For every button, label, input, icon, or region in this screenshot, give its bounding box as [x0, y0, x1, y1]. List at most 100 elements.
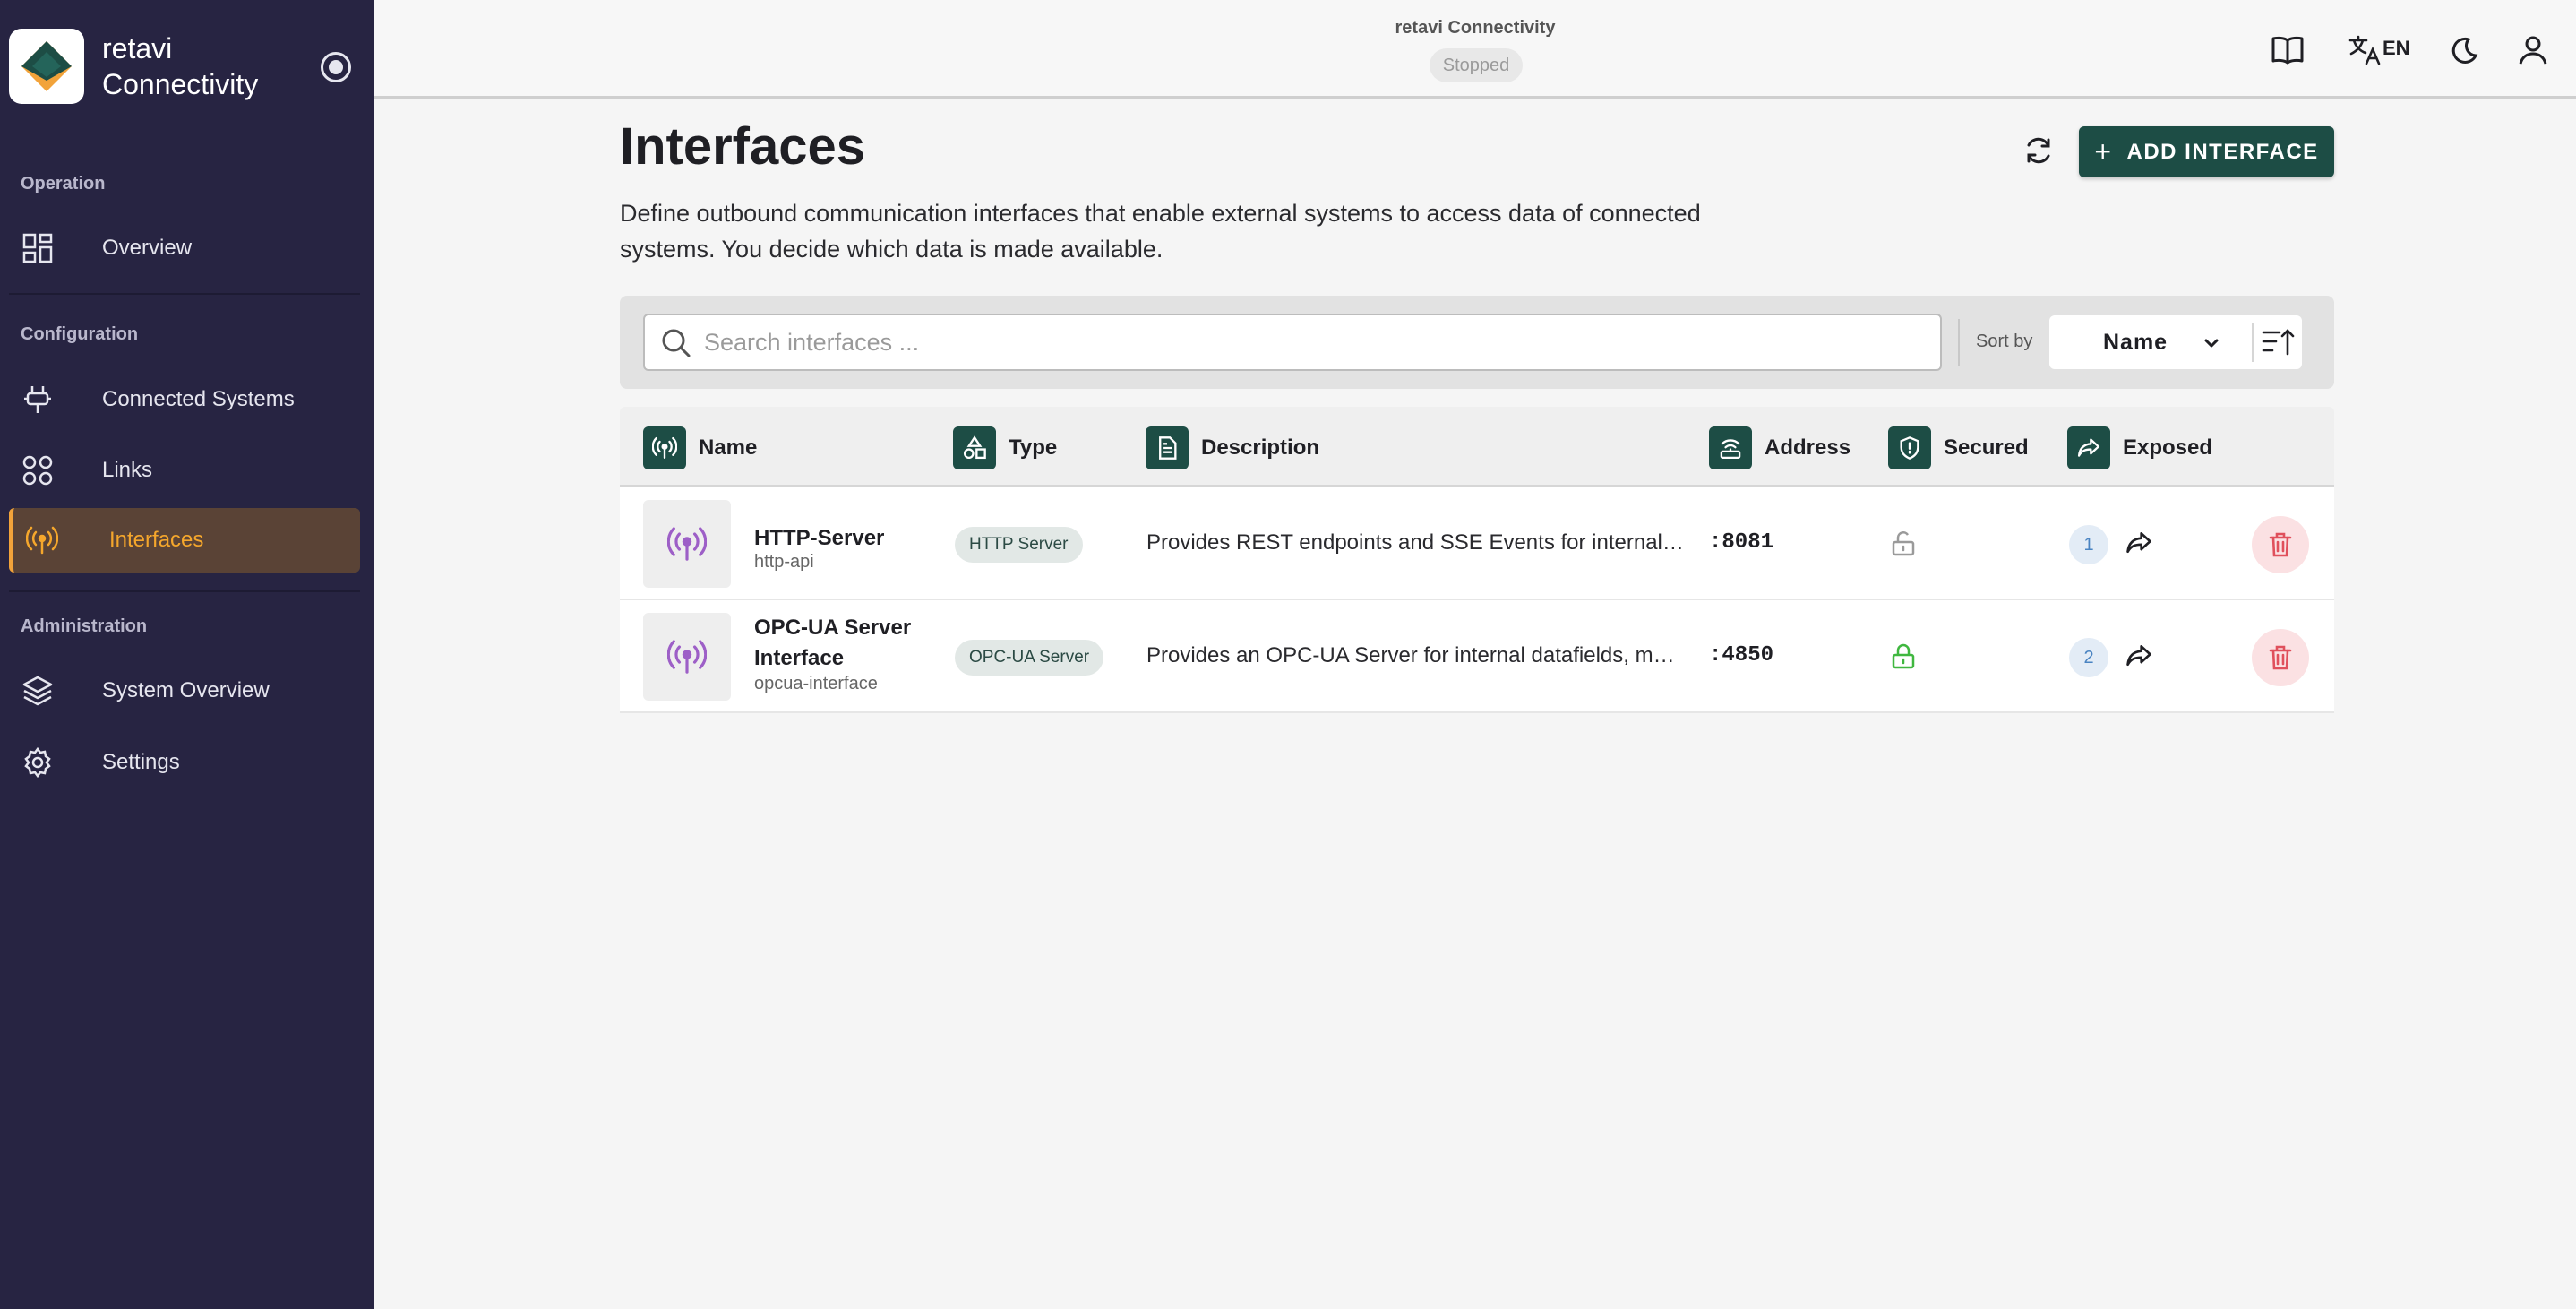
- interface-description: Provides REST endpoints and SSE Events f…: [1146, 530, 1684, 555]
- exposed-count-badge: 1: [2069, 525, 2108, 564]
- add-interface-button[interactable]: + ADD INTERFACE: [2079, 126, 2334, 177]
- column-label: Name: [699, 435, 758, 460]
- sidebar-item-label: Links: [102, 458, 153, 482]
- column-header-name[interactable]: Name: [643, 426, 757, 469]
- page-title: Interfaces: [620, 117, 866, 176]
- column-header-type[interactable]: Type: [953, 426, 1057, 469]
- antenna-icon: [643, 426, 686, 469]
- share-icon[interactable]: [2125, 529, 2153, 557]
- sidebar-item-links[interactable]: Links: [9, 438, 360, 503]
- sidebar-item-connected-systems[interactable]: Connected Systems: [9, 367, 360, 432]
- unlocked-icon: [1892, 531, 1915, 556]
- shield-icon: [1888, 426, 1931, 469]
- table-row[interactable]: OPC-UA Server Interface opcua-interface …: [620, 600, 2334, 713]
- sort-order-icon[interactable]: [2261, 326, 2295, 358]
- document-icon: [1146, 426, 1189, 469]
- brand-title: retavi Connectivity: [102, 30, 326, 102]
- delete-button[interactable]: [2252, 629, 2309, 686]
- table-header: Name Type Description Address Secured Ex…: [620, 407, 2334, 487]
- sidebar-item-interfaces[interactable]: Interfaces: [9, 508, 360, 573]
- sort-select[interactable]: Name: [2049, 315, 2302, 369]
- divider: [9, 590, 360, 592]
- share-icon[interactable]: [2125, 642, 2153, 670]
- brand-title-line1: retavi: [102, 32, 173, 65]
- sidebar-item-label: Interfaces: [109, 528, 204, 552]
- column-header-secured[interactable]: Secured: [1888, 426, 2029, 469]
- column-label: Secured: [1944, 435, 2029, 460]
- column-header-exposed[interactable]: Exposed: [2067, 426, 2212, 469]
- logo-icon: [21, 41, 72, 91]
- search-icon: [662, 329, 691, 357]
- interface-name: OPC-UA Server Interface: [754, 613, 911, 674]
- interface-id: http-api: [754, 552, 814, 572]
- sidebar-item-label: Settings: [102, 750, 180, 774]
- brand-title-line2: Connectivity: [102, 68, 259, 100]
- column-label: Address: [1765, 435, 1851, 460]
- antenna-icon: [26, 526, 58, 555]
- translate-icon[interactable]: [2347, 32, 2383, 68]
- interface-thumbnail: [643, 500, 731, 588]
- sidebar-item-system-overview[interactable]: System Overview: [9, 659, 360, 723]
- share-icon: [2067, 426, 2110, 469]
- shapes-icon: [953, 426, 996, 469]
- search-box[interactable]: [643, 314, 1942, 371]
- chevron-down-icon: [2204, 339, 2219, 348]
- sidebar-item-label: System Overview: [102, 678, 270, 702]
- filter-bar: Sort by Name: [620, 296, 2334, 389]
- dashboard-icon: [22, 233, 53, 263]
- exposed-count-badge: 2: [2069, 638, 2108, 677]
- interface-address: :8081: [1709, 530, 1774, 555]
- user-icon[interactable]: [2515, 32, 2551, 68]
- search-input[interactable]: [704, 324, 1922, 360]
- sort-value: Name: [2103, 330, 2168, 355]
- book-icon[interactable]: [2270, 32, 2306, 68]
- sidebar-item-label: Overview: [102, 236, 193, 260]
- sidebar-item-label: Connected Systems: [102, 387, 295, 411]
- page-description: Define outbound communication interfaces…: [620, 200, 1701, 263]
- divider: [1958, 319, 1960, 366]
- antenna-icon: [667, 640, 707, 674]
- lock-icon: [1892, 643, 1915, 669]
- interface-name-line2: Interface: [754, 646, 845, 670]
- header-app-name: retavi Connectivity: [1395, 18, 1556, 38]
- column-label: Exposed: [2123, 435, 2213, 460]
- column-label: Description: [1201, 435, 1320, 460]
- links-icon: [22, 455, 53, 486]
- status-badge: Stopped: [1430, 48, 1523, 82]
- interface-name-line1: OPC-UA Server: [754, 616, 912, 640]
- router-icon: [1709, 426, 1752, 469]
- top-bar: retavi Connectivity Stopped: [374, 0, 2576, 99]
- delete-button[interactable]: [2252, 516, 2309, 573]
- plug-icon: [24, 386, 51, 413]
- column-header-description[interactable]: Description: [1146, 426, 1319, 469]
- antenna-icon: [667, 527, 707, 561]
- section-label-operation: Operation: [21, 174, 106, 194]
- interface-address: :4850: [1709, 643, 1774, 667]
- brand-logo[interactable]: [9, 29, 84, 104]
- refresh-icon[interactable]: [2021, 133, 2057, 168]
- interface-id: opcua-interface: [754, 674, 878, 693]
- interface-name: HTTP-Server: [754, 526, 885, 550]
- column-header-address[interactable]: Address: [1709, 426, 1850, 469]
- sidebar-toggle-icon[interactable]: [321, 52, 351, 82]
- trash-icon: [2269, 645, 2292, 670]
- type-chip: OPC-UA Server: [955, 640, 1104, 676]
- interfaces-table: Name Type Description Address Secured Ex…: [620, 407, 2334, 713]
- section-label-administration: Administration: [21, 616, 148, 636]
- divider: [9, 293, 360, 295]
- section-label-configuration: Configuration: [21, 324, 139, 344]
- divider: [2252, 323, 2254, 362]
- interface-thumbnail: [643, 613, 731, 701]
- add-interface-label: ADD INTERFACE: [2126, 139, 2319, 164]
- trash-icon: [2269, 532, 2292, 557]
- table-row[interactable]: HTTP-Server http-api HTTP Server Provide…: [620, 487, 2334, 600]
- sidebar-item-overview[interactable]: Overview: [9, 216, 360, 280]
- sidebar-item-settings[interactable]: Settings: [9, 730, 360, 795]
- dark-mode-icon[interactable]: [2445, 32, 2481, 68]
- language-label[interactable]: EN: [2383, 37, 2410, 60]
- plus-icon: +: [2094, 135, 2113, 168]
- interface-description: Provides an OPC-UA Server for internal d…: [1146, 643, 1684, 667]
- column-label: Type: [1009, 435, 1058, 460]
- gear-icon: [24, 746, 51, 779]
- sidebar: retavi Connectivity Operation Overview C…: [0, 0, 374, 1309]
